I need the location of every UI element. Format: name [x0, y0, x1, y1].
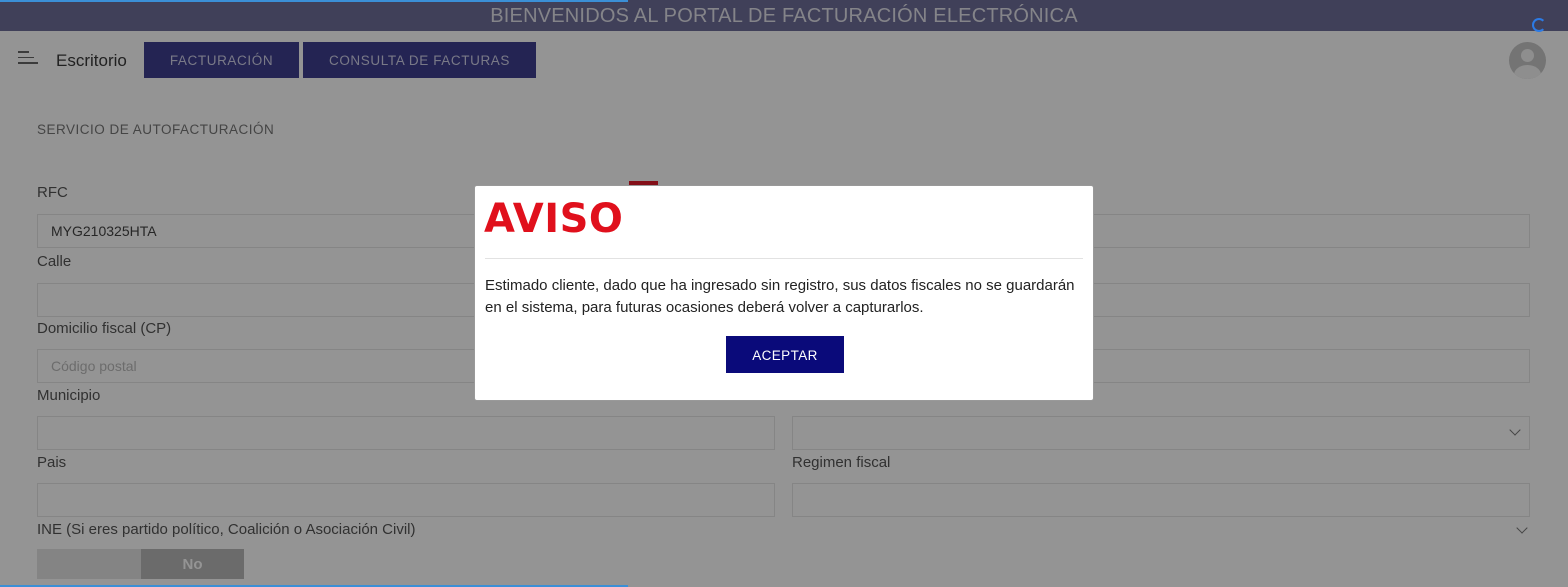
- dialog-divider: [485, 258, 1083, 259]
- accept-button[interactable]: ACEPTAR: [726, 336, 844, 373]
- dialog-message: Estimado cliente, dado que ha ingresado …: [485, 277, 1075, 316]
- aviso-dialog: AVISO Estimado cliente, dado que ha ingr…: [474, 185, 1094, 401]
- loading-spinner-icon: [1532, 18, 1546, 32]
- loading-bar-top: [0, 0, 628, 2]
- dialog-title: AVISO: [484, 196, 624, 242]
